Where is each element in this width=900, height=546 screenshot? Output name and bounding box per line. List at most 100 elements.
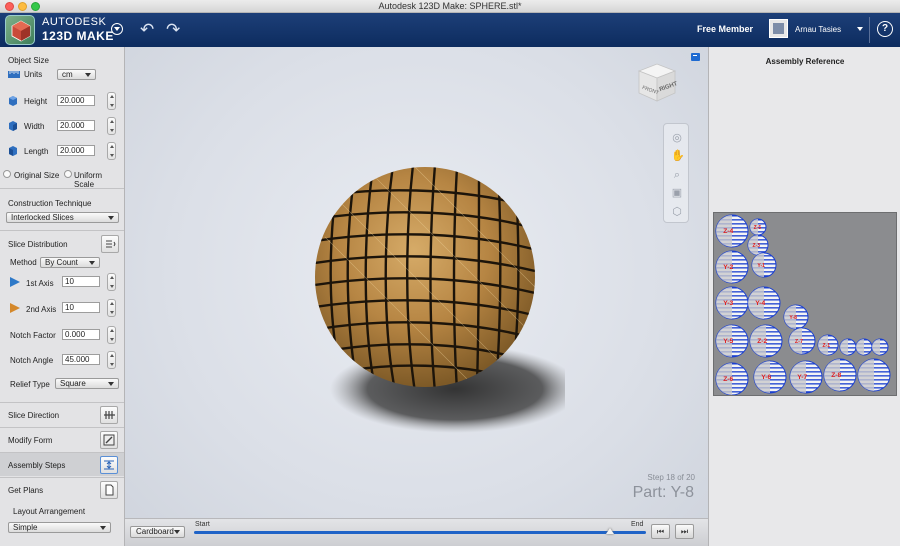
slice-part: Z-7 <box>788 327 816 355</box>
modify-form-button[interactable] <box>100 431 118 449</box>
notch-angle-field[interactable]: 45.000 <box>62 354 100 365</box>
second-axis-stepper[interactable] <box>107 299 116 317</box>
first-axis-icon <box>10 277 20 287</box>
first-axis-label: 1st Axis <box>26 279 54 288</box>
assembly-reference-image[interactable]: Z-4 Z-5 Z-3 Y-2 Y-1 Y-3 Y-4 Y-8 Y-5 Z-2 Z-7 Z-1 Z-6 Y… <box>713 212 897 396</box>
slice-part <box>871 338 889 356</box>
slice-part-label: Z-6 <box>723 376 733 383</box>
slice-part <box>839 338 857 356</box>
timeline-end-label: End <box>631 521 644 528</box>
method-select[interactable]: By Count <box>40 257 100 268</box>
orbit-icon[interactable]: ◎ <box>671 132 683 144</box>
slice-part: Y-1 <box>751 252 777 278</box>
get-plans-section[interactable]: Get Plans Layout Arrangement Simple <box>0 477 124 546</box>
units-select[interactable]: cm <box>57 69 96 80</box>
slice-part-label: Y-6 <box>761 374 771 381</box>
pan-hand-icon[interactable]: ✋ <box>671 150 685 162</box>
slice-part: Z-3 <box>747 234 769 256</box>
account-type-label[interactable]: Free Member <box>697 24 753 34</box>
step-counter: Step 18 of 20 <box>647 473 695 482</box>
length-stepper[interactable] <box>107 142 116 160</box>
width-stepper[interactable] <box>107 117 116 135</box>
slice-part-label: Y-4 <box>755 300 765 307</box>
height-field[interactable]: 20.000 <box>57 95 95 106</box>
assembly-steps-icon <box>104 460 114 470</box>
height-stepper[interactable] <box>107 92 116 110</box>
uniform-scale-radio[interactable] <box>64 170 72 178</box>
previous-step-button[interactable]: ⏮ <box>651 524 670 539</box>
timeline-start-label: Start <box>195 521 210 528</box>
height-label: Height <box>24 97 48 106</box>
assembly-steps-section[interactable]: Assembly Steps <box>0 452 124 476</box>
app-menu-dropdown-icon[interactable] <box>111 23 123 35</box>
length-cube-icon <box>9 146 17 156</box>
slice-part: Y-4 <box>747 286 781 320</box>
slice-direction-section[interactable]: Slice Direction <box>0 402 124 426</box>
notch-factor-field[interactable]: 0.000 <box>62 329 100 340</box>
slice-part-label: Y-1 <box>757 263 765 269</box>
uniform-scale-label: Uniform Scale <box>74 171 103 189</box>
modify-form-section[interactable]: Modify Form <box>0 427 124 451</box>
get-plans-button[interactable] <box>100 481 118 499</box>
redo-icon[interactable]: ↷ <box>166 21 180 38</box>
user-menu-chevron-down-icon[interactable] <box>857 27 863 31</box>
slice-part: Y-5 <box>715 324 749 358</box>
slice-distribution-title: Slice Distribution <box>8 240 68 249</box>
user-avatar[interactable] <box>769 19 788 38</box>
viewcube[interactable]: FRONT RIGHT <box>634 59 680 105</box>
window-titlebar: Autodesk 123D Make: SPHERE.stl* <box>0 0 900 13</box>
slice-part-label: Y-8 <box>789 315 797 321</box>
original-size-radio[interactable] <box>3 170 11 178</box>
slice-part: Y-7 <box>789 360 823 394</box>
slice-part: Z-1 <box>817 334 839 356</box>
notch-factor-label: Notch Factor <box>10 331 56 340</box>
zoom-icon[interactable]: ⌕ <box>671 169 683 181</box>
fit-view-icon[interactable]: ▣ <box>671 187 683 199</box>
home-view-icon[interactable]: ⬡ <box>671 206 683 218</box>
layout-arrangement-label: Layout Arrangement <box>13 507 86 516</box>
left-settings-panel: Object Size Units cm Height 20.000 Width… <box>0 47 125 546</box>
3d-viewport[interactable]: FRONT RIGHT ◎ ✋ ⌕ ▣ ⬡ Step 18 of 20 Part… <box>125 47 708 546</box>
next-step-button[interactable]: ⏭ <box>675 524 694 539</box>
slice-part-label: Y-7 <box>797 374 807 381</box>
width-label: Width <box>24 122 45 131</box>
list-icon <box>106 240 116 248</box>
layout-arrangement-select[interactable]: Simple <box>8 522 111 533</box>
slice-part: Y-8 <box>783 304 809 330</box>
assembly-steps-button[interactable] <box>100 456 118 474</box>
relief-type-select[interactable]: Square <box>55 378 119 389</box>
timeline-slider-handle[interactable] <box>605 528 614 534</box>
width-field[interactable]: 20.000 <box>57 120 95 131</box>
slice-part-shade <box>840 339 848 355</box>
length-field[interactable]: 20.000 <box>57 145 95 156</box>
second-axis-label: 2nd Axis <box>26 305 57 314</box>
help-button[interactable]: ? <box>877 21 893 37</box>
slice-part: Y-3 <box>715 286 749 320</box>
first-axis-stepper[interactable] <box>107 273 116 291</box>
slice-direction-label: Slice Direction <box>8 411 60 420</box>
slice-direction-button[interactable] <box>100 406 118 424</box>
slice-part: Z-8 <box>823 358 857 392</box>
timeline-track[interactable] <box>194 531 646 534</box>
construction-technique-select[interactable]: Interlocked Slices <box>6 212 119 223</box>
product-name: 123D MAKE <box>42 29 114 43</box>
brand-name: AUTODESK <box>42 16 107 28</box>
sliced-sphere-model[interactable] <box>285 157 565 437</box>
first-axis-field[interactable]: 10 <box>62 276 100 287</box>
slice-part: Y-6 <box>753 360 787 394</box>
notch-factor-stepper[interactable] <box>107 326 116 344</box>
height-cube-icon <box>9 96 17 106</box>
method-label: Method <box>10 258 37 267</box>
second-axis-field[interactable]: 10 <box>62 302 100 313</box>
user-name[interactable]: Arnau Tasies <box>795 25 841 34</box>
slice-part-label: Z-7 <box>795 339 803 345</box>
material-select[interactable]: Cardboard <box>130 526 185 538</box>
slice-part-shade <box>856 339 864 355</box>
modify-form-icon <box>103 434 115 446</box>
original-size-label: Original Size <box>14 171 60 180</box>
slice-distribution-list-button[interactable] <box>101 235 119 253</box>
slice-part-label: Z-5 <box>754 225 762 231</box>
notch-angle-stepper[interactable] <box>107 351 116 369</box>
expand-panel-icon[interactable] <box>691 53 700 61</box>
undo-icon[interactable]: ↶ <box>140 21 154 38</box>
